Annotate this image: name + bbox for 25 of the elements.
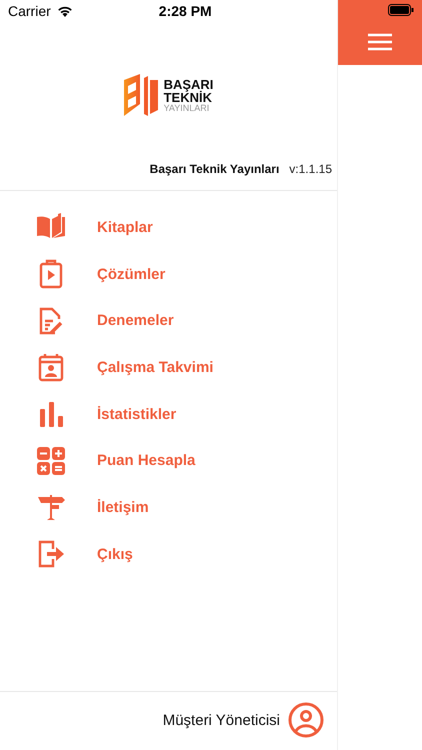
user-name: Müşteri Yöneticisi bbox=[162, 712, 280, 728]
menu-item[interactable]: İstatistikler bbox=[0, 390, 337, 438]
calendar-person-icon bbox=[36, 352, 66, 382]
logo-wordmark: TEKNİK bbox=[164, 90, 212, 104]
menu-item[interactable]: Kitaplar bbox=[0, 204, 337, 251]
exit-icon bbox=[36, 539, 66, 570]
app-name: Başarı Teknik Yayınları bbox=[150, 162, 280, 176]
menu-item[interactable]: Denemeler bbox=[0, 297, 337, 344]
clock-time: 2:28 PM bbox=[158, 3, 212, 19]
menu-item[interactable]: Puan Hesapla bbox=[0, 437, 337, 484]
carrier-label: Carrier bbox=[8, 3, 51, 19]
logo-wordmark: BAŞARI bbox=[164, 78, 214, 90]
logo-tagline: YAYINLARI bbox=[164, 104, 210, 112]
signpost-icon bbox=[36, 492, 66, 522]
battery-icon bbox=[388, 4, 414, 16]
wifi-icon bbox=[56, 5, 73, 17]
calculator-icon bbox=[36, 446, 66, 476]
version-label: v:1.1.15 bbox=[289, 162, 332, 176]
menu-item[interactable]: İletişim bbox=[0, 484, 337, 531]
menu-item[interactable]: Çalışma Takvimi bbox=[0, 344, 337, 391]
menu-item[interactable]: Çıkış bbox=[0, 530, 337, 578]
user-avatar-icon[interactable] bbox=[288, 702, 324, 738]
menu-item[interactable]: Çözümler bbox=[0, 250, 337, 298]
logo-mark-icon bbox=[124, 74, 160, 116]
menu-icon bbox=[368, 33, 392, 51]
